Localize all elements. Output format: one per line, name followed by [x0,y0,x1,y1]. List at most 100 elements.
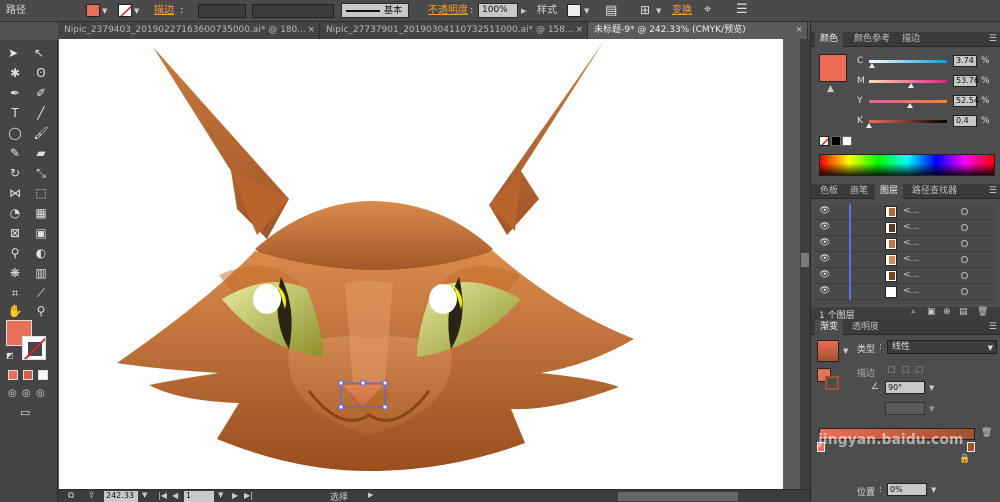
slider-value-m[interactable]: 53.76 [953,75,979,87]
last-page-icon[interactable]: ▶| [244,491,253,500]
stroke-color-swatch[interactable] [118,4,132,17]
line-segment-tool-icon[interactable]: ╱ [32,104,50,122]
panel-menu-icon[interactable]: ☰ [989,34,997,44]
chevron-right-icon[interactable]: ▶ [521,7,526,15]
color-fill-swatch[interactable] [819,54,847,82]
first-page-icon[interactable]: |◀ [158,491,167,500]
clipping-mask-icon[interactable]: ▣ [927,307,936,317]
layer-row[interactable]: 👁 <... [815,204,995,220]
width-tool-icon[interactable]: ⋈ [6,184,24,202]
slider-track-k[interactable] [869,120,947,123]
stroke-swatch[interactable] [22,336,46,360]
stroke-label[interactable]: 描边 [154,0,174,22]
selection-handle[interactable] [338,404,344,410]
tab-document-2[interactable]: Nipic_27737901_20190304110732511000.ai* … [320,22,588,39]
target-circle-icon[interactable] [961,272,968,279]
chevron-down-icon[interactable]: ▼ [843,347,848,355]
page-field[interactable]: 1 [184,491,214,502]
gradient-type-select[interactable]: 线性 ▼ [887,340,997,354]
direct-selection-tool-icon[interactable]: ↖ [34,46,44,60]
artboard-tool-icon[interactable]: ⌗ [6,284,24,302]
column-graph-tool-icon[interactable]: ▥ [32,264,50,282]
slider-thumb-c[interactable] [869,63,876,68]
none-mode-button[interactable] [38,370,48,380]
visibility-eye-icon[interactable]: 👁 [819,206,830,216]
visibility-eye-icon[interactable]: 👁 [819,238,830,248]
prev-page-icon[interactable]: ◀ [172,491,178,500]
symbol-sprayer-tool-icon[interactable]: ❋ [6,264,24,282]
slider-thumb-k[interactable] [866,123,872,128]
mesh-tool-icon[interactable]: ⊠ [6,224,24,242]
selection-handle[interactable] [382,380,388,386]
selection-tool-icon[interactable]: ➤ [8,46,18,60]
gradient-thumbnail[interactable] [817,340,839,362]
locate-object-icon[interactable]: ⌕ [911,307,916,317]
ellipse-tool-icon[interactable]: ◯ [6,124,24,142]
rotate-tool-icon[interactable]: ↻ [6,164,24,182]
new-layer-icon[interactable]: ▤ [959,307,968,317]
chevron-down-icon[interactable]: ▼ [929,384,934,392]
scale-tool-icon[interactable]: ⤡ [32,164,50,182]
draw-inside-icon[interactable]: ◎ [36,388,45,399]
visibility-eye-icon[interactable]: 👁 [819,286,830,296]
chevron-down-icon[interactable]: ▼ [929,405,934,413]
chevron-down-icon[interactable]: ▼ [218,491,223,499]
tab-color[interactable]: 颜色 [815,32,844,47]
target-circle-icon[interactable] [961,288,968,295]
layer-row[interactable]: 👁 <... [815,220,995,236]
stroke-along-icon[interactable]: ▢ [901,365,910,375]
slider-value-k[interactable]: 0.4 [953,115,977,127]
black-swatch[interactable] [831,136,841,146]
curvature-tool-icon[interactable]: ✐ [32,84,50,102]
chevron-down-icon[interactable]: ▼ [134,7,139,15]
blend-tool-icon[interactable]: ◐ [32,244,50,262]
panel-menu-icon[interactable]: ☰ [989,322,997,332]
slider-thumb-m[interactable] [908,83,915,88]
close-icon[interactable]: × [795,22,803,39]
horizontal-scrollbar-thumb[interactable] [618,492,738,501]
opacity-field[interactable]: 100% [478,3,518,18]
pencil-tool-icon[interactable]: ✎ [6,144,24,162]
artboard-nav-icon[interactable]: ⧉ [68,491,74,501]
angle-field[interactable]: 90° [885,381,925,394]
canvas-area[interactable] [58,39,800,489]
selection-handle[interactable] [360,380,366,386]
visibility-eye-icon[interactable]: 👁 [819,270,830,280]
tab-document-active[interactable]: 未标题-9* @ 242.33% (CMYK/预览) × [588,22,808,39]
screen-mode-icon[interactable]: ▭ [20,406,30,419]
stroke-weight-field[interactable] [198,4,246,18]
panel-menu-icon[interactable]: ☰ [989,186,997,196]
stroke-within-icon[interactable]: ▢ [887,365,896,375]
selection-handle[interactable] [382,404,388,410]
type-tool-icon[interactable]: T [6,104,24,122]
slider-track-c[interactable] [869,60,947,63]
gradient-tool-icon[interactable]: ▣ [32,224,50,242]
fill-color-swatch[interactable] [86,4,100,17]
eyedropper-tool-icon[interactable]: ⚲ [6,244,24,262]
vertical-scrollbar[interactable] [800,39,810,489]
slider-value-c[interactable]: 3.74 [953,55,977,67]
tab-color-guide[interactable]: 颜色参考 [849,32,895,47]
opacity-label[interactable]: 不透明度 [428,0,468,22]
transform-link[interactable]: 变换 [672,0,692,22]
eraser-tool-icon[interactable]: ▰ [32,144,50,162]
color-mode-button[interactable] [8,370,18,380]
target-circle-icon[interactable] [961,208,968,215]
tab-brushes[interactable]: 画笔 [845,184,873,199]
zoom-tool-icon[interactable]: ⚲ [32,302,50,320]
white-swatch[interactable] [842,136,852,146]
tab-gradient[interactable]: 渐变 [815,320,844,335]
scrollbar-thumb[interactable] [801,253,809,267]
brush-definition-field[interactable]: 基本 [341,3,409,18]
chevron-down-icon[interactable]: ▼ [102,7,107,15]
perspective-grid-tool-icon[interactable]: ▦ [32,204,50,222]
layer-row[interactable]: 👁 <... [815,284,995,300]
delete-layer-icon[interactable]: 🗑 [977,307,988,317]
free-transform-tool-icon[interactable]: ⬚ [32,184,50,202]
stroke-across-icon[interactable]: ▢ [915,365,924,375]
chevron-down-icon[interactable]: ▼ [931,486,936,494]
close-icon[interactable]: × [307,22,315,39]
close-icon[interactable]: × [575,22,583,39]
panel-menu-icon[interactable]: ☰ [736,2,748,17]
tab-layers[interactable]: 图层 [875,184,904,199]
